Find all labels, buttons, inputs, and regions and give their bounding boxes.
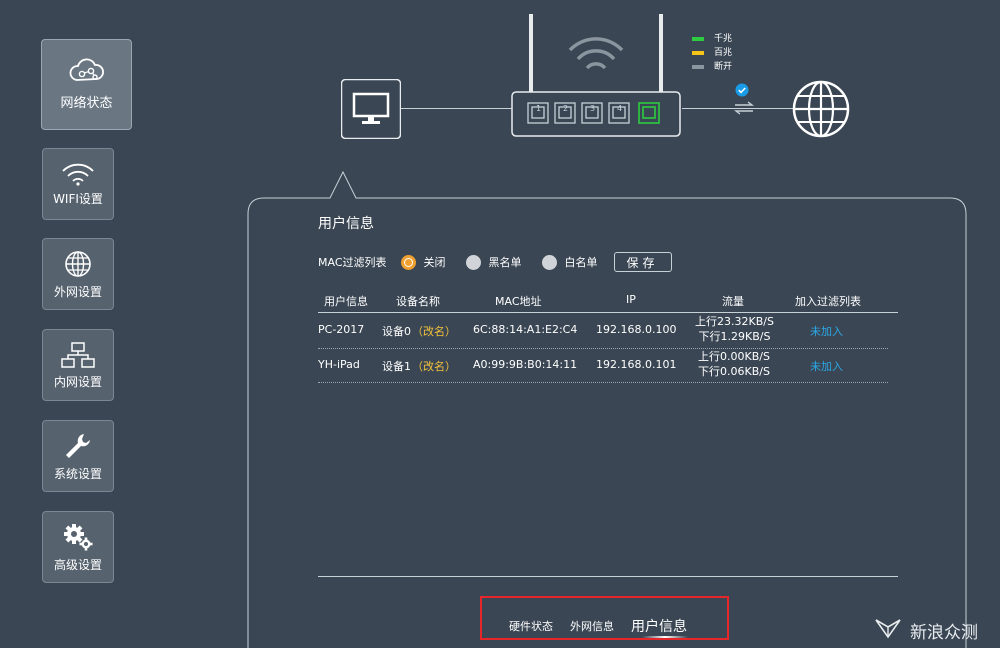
tab-user-info[interactable]: 用户信息 bbox=[631, 616, 687, 636]
tab-hardware-status[interactable]: 硬件状态 bbox=[509, 618, 553, 634]
row-divider bbox=[318, 382, 888, 383]
add-to-filter-link[interactable]: 未加入 bbox=[810, 323, 843, 339]
radio-whitelist[interactable] bbox=[541, 254, 557, 270]
cell-user: YH-iPad bbox=[318, 358, 360, 371]
rename-link[interactable]: （改名） bbox=[412, 323, 456, 339]
col-mac: MAC地址 bbox=[495, 295, 542, 308]
traffic-up: 上行23.32KB/S bbox=[695, 315, 774, 328]
cell-mac: A0:99:9B:B0:14:11 bbox=[473, 358, 578, 371]
cell-device: 设备0 bbox=[382, 325, 411, 338]
table-row: YH-iPad 设备1 （改名） A0:99:9B:B0:14:11 192.1… bbox=[318, 349, 898, 383]
watermark-logo-icon bbox=[874, 617, 902, 644]
col-traffic: 流量 bbox=[722, 295, 744, 308]
watermark: 新浪众测 bbox=[874, 617, 978, 644]
add-to-filter-link[interactable]: 未加入 bbox=[810, 358, 843, 374]
traffic-up: 上行0.00KB/S bbox=[698, 350, 770, 363]
cell-ip: 192.168.0.101 bbox=[596, 358, 677, 371]
watermark-text: 新浪众测 bbox=[910, 623, 978, 643]
save-button[interactable]: 保存 bbox=[613, 252, 672, 272]
cell-ip: 192.168.0.100 bbox=[596, 323, 677, 336]
table-row: PC-2017 设备0 （改名） 6C:88:14:A1:E2:C4 192.1… bbox=[318, 314, 898, 348]
cell-traffic: 上行0.00KB/S 下行0.06KB/S bbox=[698, 349, 770, 379]
radio-blacklist[interactable] bbox=[465, 254, 481, 270]
panel-bottom-divider bbox=[318, 576, 898, 577]
radio-off[interactable] bbox=[400, 254, 416, 270]
traffic-down: 下行0.06KB/S bbox=[698, 365, 770, 378]
cell-device: 设备1 bbox=[382, 360, 411, 373]
rename-link[interactable]: （改名） bbox=[412, 358, 456, 374]
radio-blacklist-label: 黑名单 bbox=[488, 256, 522, 269]
mac-filter-row: MAC过滤列表 关闭 黑名单 白名单 保存 bbox=[318, 252, 672, 272]
radio-off-label: 关闭 bbox=[423, 256, 446, 269]
tab-wan-info[interactable]: 外网信息 bbox=[570, 618, 614, 634]
radio-whitelist-label: 白名单 bbox=[564, 256, 598, 269]
panel-title: 用户信息 bbox=[318, 216, 374, 232]
cell-mac: 6C:88:14:A1:E2:C4 bbox=[473, 323, 578, 336]
active-tab-indicator bbox=[642, 636, 688, 638]
table-header-divider bbox=[318, 312, 898, 313]
traffic-down: 下行1.29KB/S bbox=[698, 330, 771, 343]
col-filter: 加入过滤列表 bbox=[795, 295, 861, 308]
info-tabs: 硬件状态 外网信息 用户信息 bbox=[480, 596, 729, 640]
cell-traffic: 上行23.32KB/S 下行1.29KB/S bbox=[695, 314, 774, 344]
mac-filter-label: MAC过滤列表 bbox=[318, 256, 387, 269]
cell-user: PC-2017 bbox=[318, 323, 365, 336]
col-user: 用户信息 bbox=[324, 295, 368, 308]
table-header: 用户信息 设备名称 MAC地址 IP 流量 加入过滤列表 bbox=[318, 293, 898, 313]
col-device: 设备名称 bbox=[396, 295, 440, 308]
col-ip: IP bbox=[626, 293, 636, 306]
